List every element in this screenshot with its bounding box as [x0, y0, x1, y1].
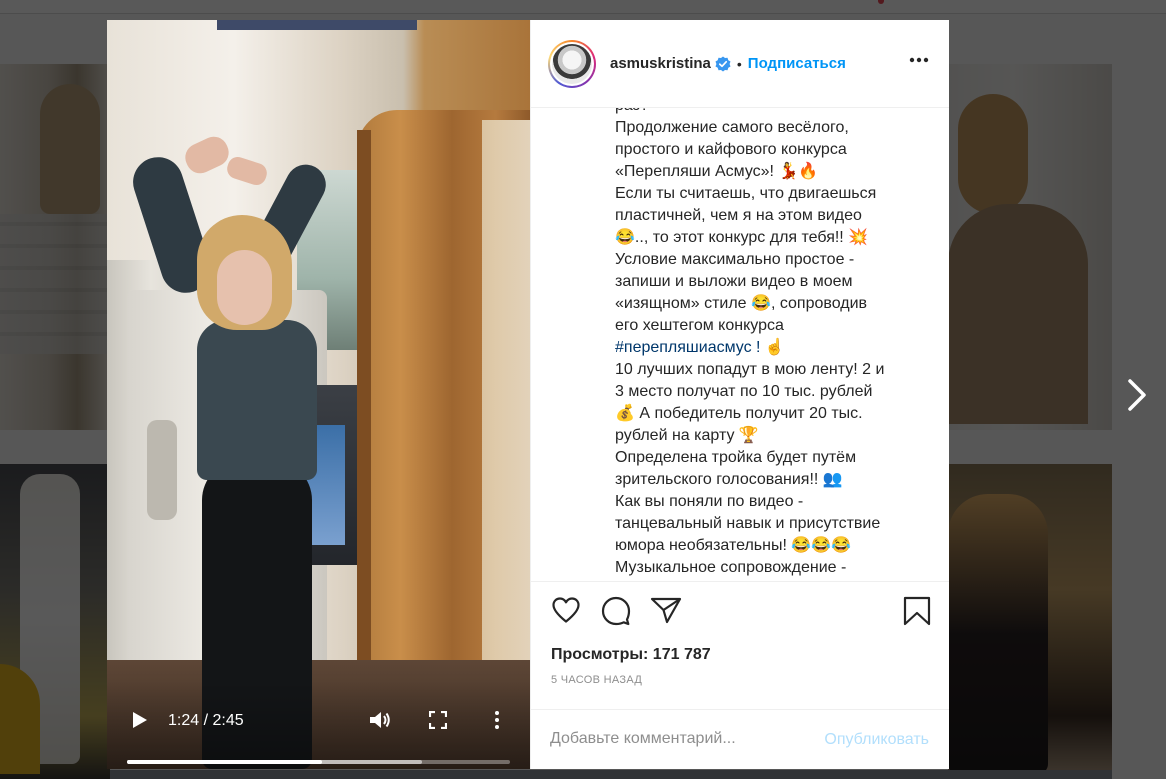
caption-line: Как вы поняли по видео -	[615, 493, 804, 510]
avatar[interactable]	[548, 39, 596, 88]
caption-line: раз?	[615, 108, 915, 117]
comment-icon[interactable]	[601, 596, 631, 626]
comment-form: Опубликовать	[530, 709, 949, 769]
caption-line: Условие максимально простое -	[615, 251, 855, 268]
heart-icon[interactable]	[551, 596, 581, 624]
caption-line: рублей на карту 🏆	[615, 427, 759, 444]
caption-line: танцевальный навык и присутствие	[615, 515, 881, 532]
separator-dot: •	[736, 55, 742, 72]
post-actions: Просмотры: 171 787 5 ЧАСОВ НАЗАД	[531, 581, 949, 686]
caption-line: запиши и выложи видео в моем	[615, 273, 853, 290]
views-label: Просмотры:	[551, 646, 649, 663]
post-sidebar: asmuskristina • Подписаться раз? Продолже…	[530, 20, 949, 769]
comment-input[interactable]	[550, 730, 810, 748]
volume-icon[interactable]	[369, 710, 391, 730]
video-progress-bar[interactable]	[127, 760, 510, 764]
post-caption: раз? Продолжение самого весёлого, простого…	[615, 108, 915, 579]
post-header: asmuskristina • Подписаться	[531, 20, 949, 108]
post-modal: 1:24 / 2:45 asmuskristina • Подписаться …	[107, 20, 949, 769]
username-link[interactable]: asmuskristina	[610, 55, 711, 72]
caption-line: простого и кайфового конкурса	[615, 141, 847, 158]
video-player[interactable]: 1:24 / 2:45	[107, 20, 530, 769]
caption-line: 10 лучших попадут в мою ленту! 2 и	[615, 361, 885, 378]
caption-line: 💰 А победитель получит 20 тыс.	[615, 405, 863, 422]
fullscreen-icon[interactable]	[429, 711, 447, 729]
caption-scroll-area[interactable]: раз? Продолжение самого весёлого, простого…	[531, 108, 949, 581]
caption-line: 3 место получат по 10 тыс. рублей	[615, 383, 873, 400]
more-horizontal-icon[interactable]	[909, 56, 929, 64]
caption-hashtag-line[interactable]: #перепляшиасмус ! ☝️	[615, 337, 915, 359]
caption-line: Музыкальное сопровождение -	[615, 559, 847, 576]
caption-line: юмора необязательны! 😂😂😂	[615, 537, 852, 554]
more-vertical-icon[interactable]	[493, 710, 501, 730]
caption-line: Продолжение самого весёлого,	[615, 119, 849, 136]
post-timestamp[interactable]: 5 ЧАСОВ НАЗАД	[551, 674, 642, 686]
follow-button[interactable]: Подписаться	[748, 55, 846, 72]
bookmark-icon[interactable]	[903, 596, 931, 626]
play-icon[interactable]	[131, 710, 149, 730]
caption-line: Определена тройка будет путём	[615, 449, 857, 466]
caption-line: «изящном» стиле 😂, сопроводив	[615, 295, 868, 312]
share-icon[interactable]	[650, 596, 682, 624]
video-time: 1:24 / 2:45	[168, 712, 244, 729]
views-number: 171 787	[652, 646, 711, 663]
caption-line: его хештегом конкурса	[615, 317, 784, 334]
caption-line: пластичней, чем я на этом видео	[615, 207, 862, 224]
verified-badge-icon	[715, 56, 731, 71]
caption-line: зрительского голосования!! 👥	[615, 471, 843, 488]
caption-line: «Перепляши Асмус»! 💃🔥	[615, 163, 819, 180]
caption-line: 😂.., то этот конкурс для тебя!! 💥	[615, 229, 869, 246]
publish-button[interactable]: Опубликовать	[824, 731, 929, 749]
views-count[interactable]: Просмотры: 171 787	[551, 646, 711, 664]
video-controls: 1:24 / 2:45	[107, 680, 530, 769]
caption-line: Если ты считаешь, что двигаешься	[615, 185, 877, 202]
video-played-fill	[127, 760, 323, 764]
chevron-right-icon[interactable]	[1124, 377, 1150, 413]
